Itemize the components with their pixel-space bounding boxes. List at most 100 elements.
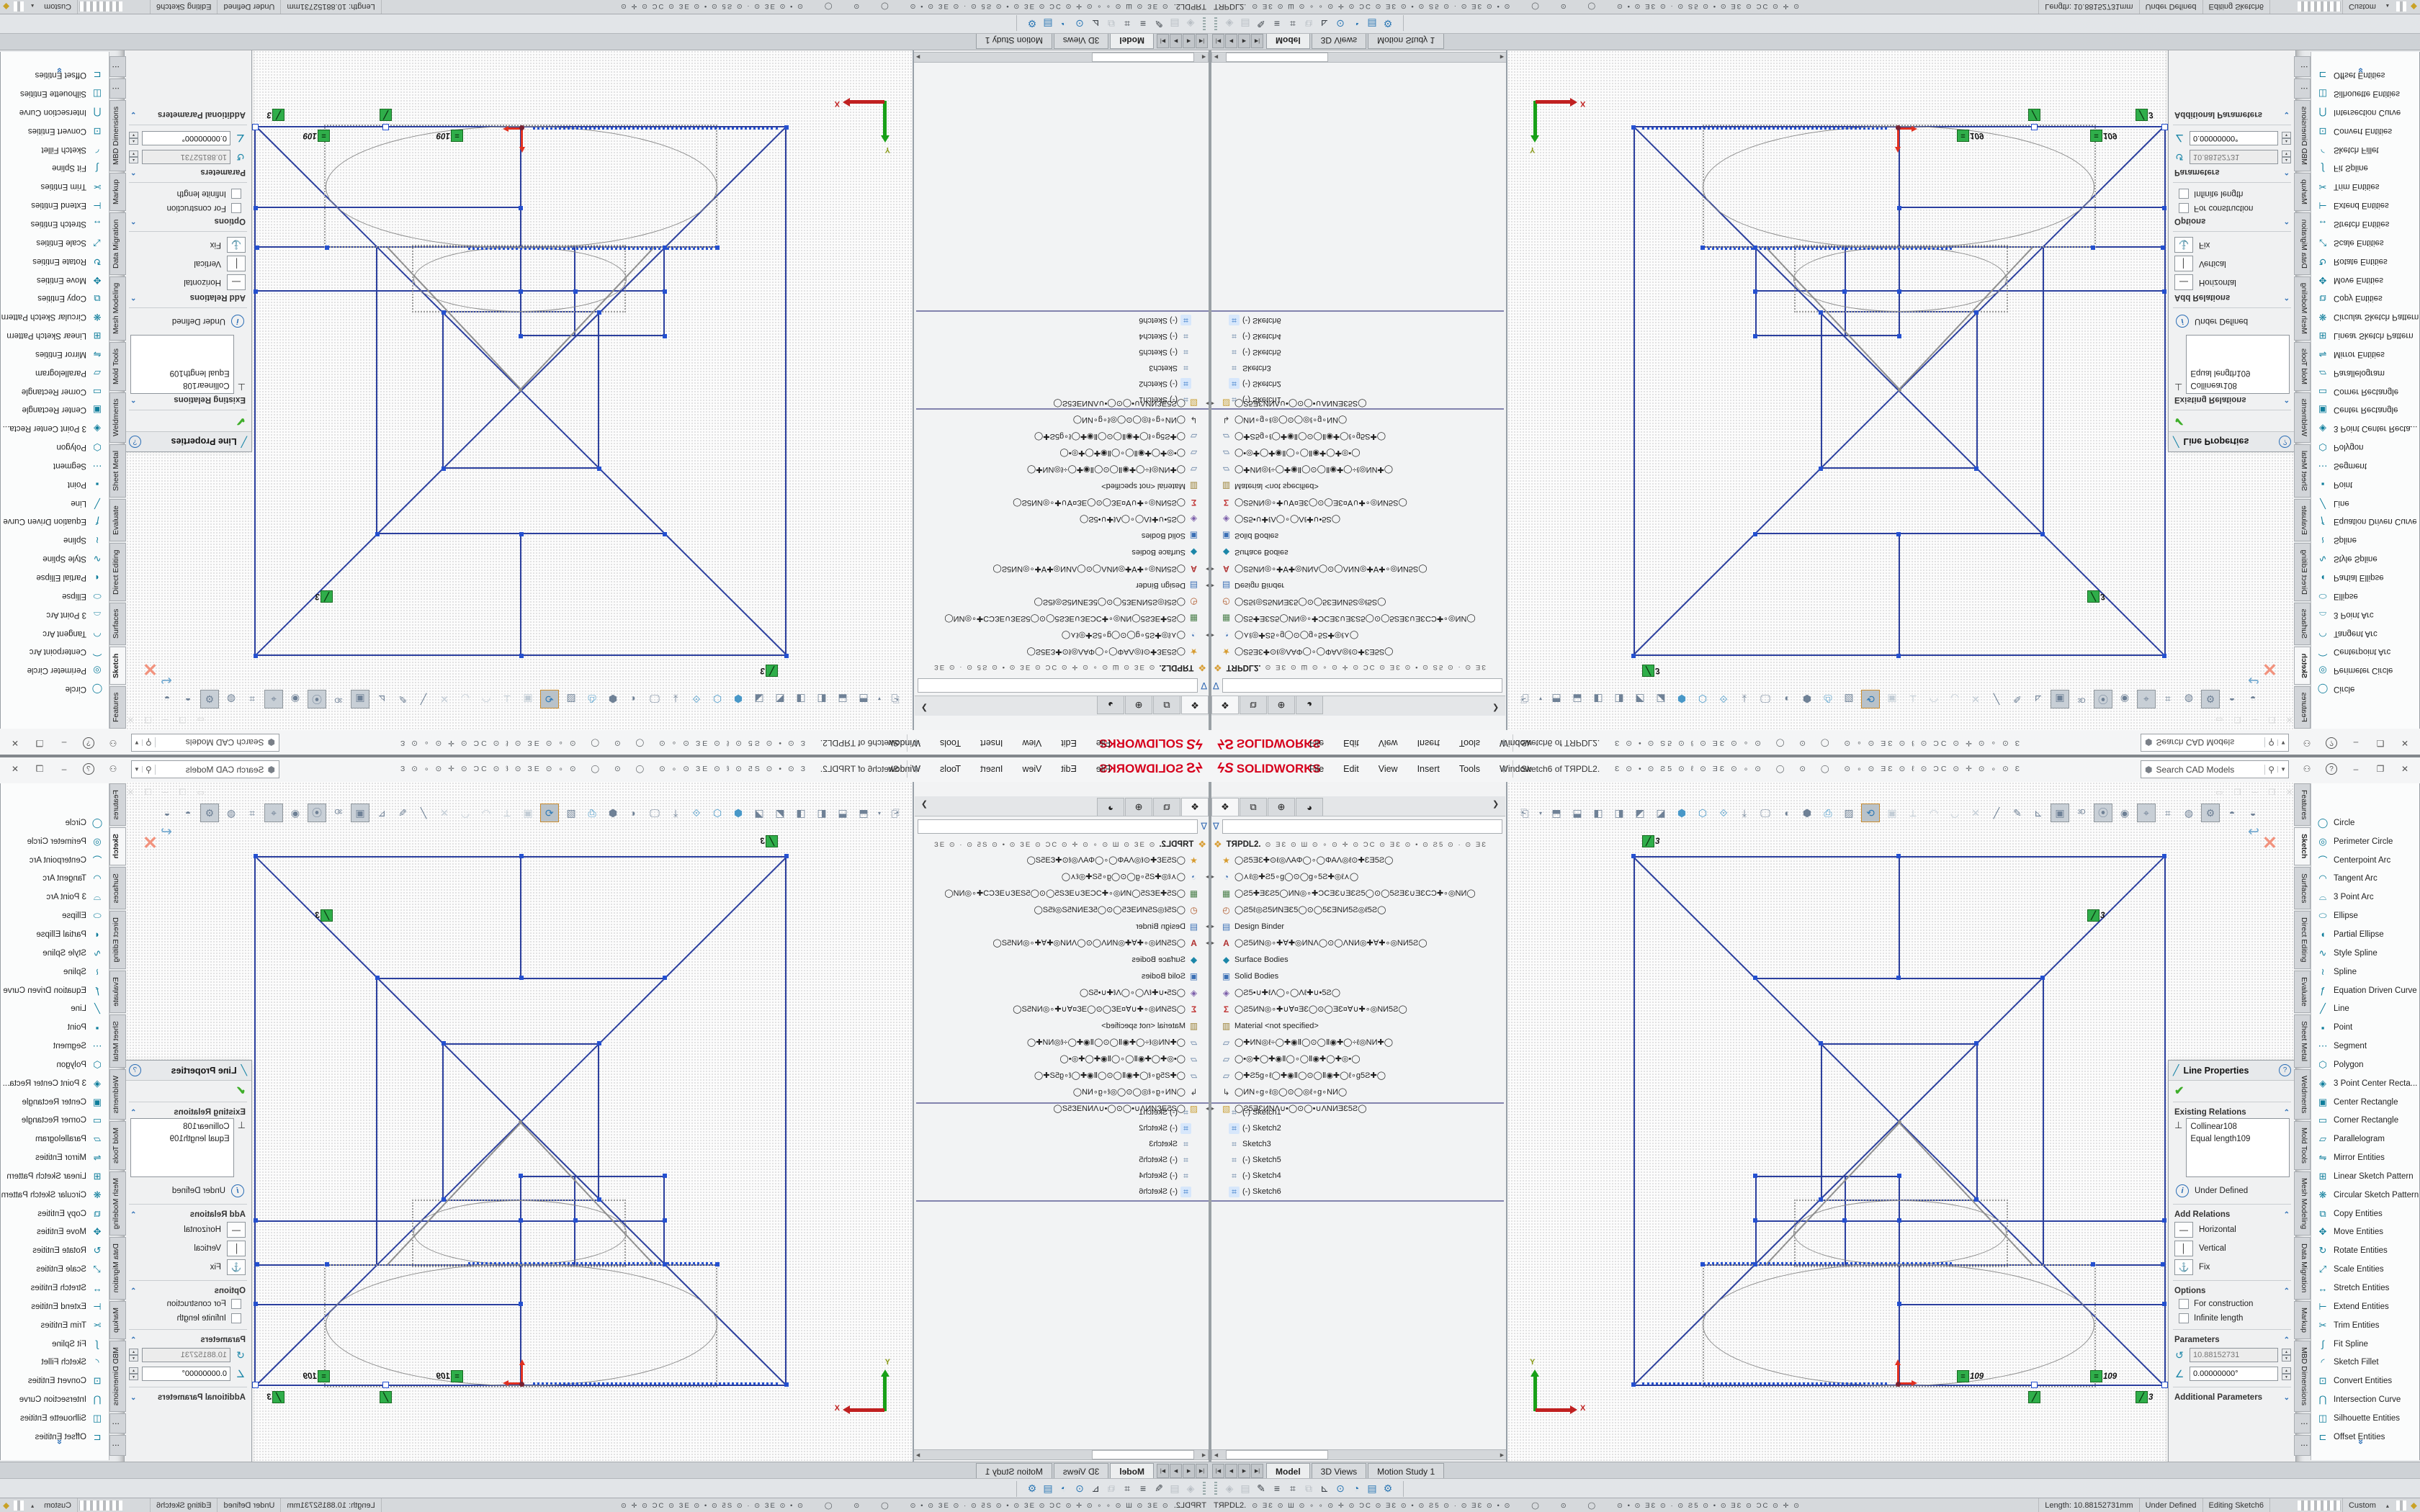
feature-tree-item[interactable]: ▱ ◯•◎✚◯✚◉Ⅱ◯∘◯Ⅱ◉✚◯✚◎•◯ [916, 445, 1209, 462]
view-toolbar-icon[interactable]: ⟐ [688, 804, 705, 822]
motion-toolbar-icon[interactable]: ▤ [1040, 17, 1056, 30]
feature-tree-item[interactable]: ★ ◯Ƨ5ƎƐ✚⊙ℓ◎ΛΑΦ◯∘◯ΦΑΛ◎ℓ⊙✚ƐƎ5Ƨ◯ [916, 644, 1209, 660]
view-toolbar-icon[interactable]: ⚙ [200, 804, 219, 822]
sketch-tree-item[interactable]: ⌗ (-) Sketch1 [1211, 1104, 1504, 1120]
motion-toolbar-icon[interactable]: ◈ [1183, 1482, 1198, 1495]
view-toolbar-icon[interactable]: ⎗ [1516, 690, 1533, 708]
feature-tree-item[interactable]: ▸ A ◯Ƨ5ИΝ◎∘✚∀✚◎ИΝΛ◯⊙◯ΛΝИ◎✚∀✚∘◎ΝИ5Ƨ◯ [1211, 561, 1504, 577]
feature-tree-item[interactable]: ▸ ▤ Design Binder [916, 918, 1209, 935]
sketch-tool-item[interactable]: ⊡ Convert Entities [2311, 122, 2419, 140]
command-manager-tab[interactable]: Mesh Modeling [2294, 276, 2311, 341]
restore-button[interactable]: ❐ [30, 734, 49, 752]
panel-help-icon[interactable]: ? [2279, 1064, 2291, 1076]
sketch-tool-item[interactable]: ⊢ Extend Entities [2311, 196, 2419, 215]
view-toolbar-icon[interactable]: ⌖ [264, 804, 283, 822]
motion-toolbar-icon[interactable]: ⌗ [1285, 17, 1301, 30]
document-tab[interactable]: 3D Views [1054, 33, 1108, 49]
sketch-tool-item[interactable]: ◈ 3 Point Center Recta... [2311, 1074, 2419, 1093]
view-toolbar-icon[interactable]: ⟐ [1715, 690, 1732, 708]
view-toolbar-icon[interactable]: ⬓ [1569, 804, 1586, 822]
view-toolbar-icon[interactable]: ▣ [519, 690, 537, 708]
motion-toolbar-icon[interactable]: ⊙ [1072, 17, 1088, 30]
view-toolbar-icon[interactable]: ⬓ [1569, 690, 1586, 708]
view-toolbar-icon[interactable]: ⟲ [540, 690, 559, 708]
sketch-tree-item[interactable]: ⌗ Sketch3 [916, 1136, 1209, 1152]
add-relations-header[interactable]: Add Relations ⌃ [125, 1208, 251, 1220]
feature-tree-item[interactable]: ▥ Material <not specified> [1211, 478, 1504, 495]
view-toolbar-icon[interactable]: 🖵 [646, 690, 663, 708]
sketch-tool-item[interactable]: ⤢ Scale Entities [2311, 1260, 2419, 1279]
checkbox[interactable] [231, 1299, 241, 1309]
add-relation-button[interactable]: │ Vertical [125, 1239, 251, 1258]
sketch-tool-item[interactable]: ▱ Parallelogram [1, 1130, 109, 1148]
sketch-tool-item[interactable]: ▣ Center Rectangle [1, 401, 109, 420]
search-icon[interactable]: ⚲ [143, 765, 156, 775]
sketch-tool-item[interactable]: ▭ Corner Rectangle [1, 382, 109, 401]
sketch-tree-item[interactable]: ⌗ (-) Sketch6 [1211, 1184, 1504, 1200]
sketch-tool-item[interactable]: ⌓ 3 Point Arc [1, 888, 109, 906]
motion-toolbar-icon[interactable]: ≡ [1135, 17, 1151, 30]
sketch-tree-item[interactable]: ⌗ (-) Sketch1 [916, 392, 1209, 408]
motion-toolbar-icon[interactable]: ▤ [1237, 1482, 1253, 1495]
sketch-tool-item[interactable]: ⇋ Mirror Entities [1, 345, 109, 364]
view-toolbar-icon[interactable]: ⬢ [1798, 690, 1816, 708]
collapse-icon[interactable]: ⌃ [2284, 1336, 2290, 1344]
sketch-tool-item[interactable]: ◎ Perimeter Circle [2311, 661, 2419, 680]
minimize-button[interactable]: – [55, 760, 73, 778]
feature-manager-tab[interactable]: ◕ [1097, 798, 1124, 816]
tab-nav-button[interactable]: ▶ [1170, 1464, 1182, 1478]
feature-tree-item[interactable]: Σ ◯Ƨ5ИΝ◎∘✚∪∀¤ƎƐ◯⊙◯ƎƐ¤∀∪✚∘◎ΝИ5Ƨ◯ [1211, 495, 1504, 511]
command-manager-tab[interactable]: Surfaces [2294, 867, 2311, 909]
sketch-tool-item[interactable]: ⬭ Ellipse [1, 906, 109, 925]
collapse-icon[interactable]: ⌃ [2284, 168, 2290, 176]
view-toolbar-icon[interactable]: ◓ [179, 690, 197, 708]
command-manager-tab[interactable]: ⋮ [2294, 78, 2311, 99]
view-toolbar-icon[interactable]: ▨ [1840, 690, 1857, 708]
view-toolbar-icon[interactable]: ⊾ [373, 690, 390, 708]
sketch-tool-item[interactable]: ƒ Equation Driven Curve [2311, 513, 2419, 531]
feature-tree-item[interactable]: ◆ Surface Bodies [916, 544, 1209, 561]
relation-badge[interactable]: ╱3 [315, 909, 333, 922]
view-toolbar-icon[interactable]: ⟲ [1861, 690, 1880, 708]
sketch-tool-item[interactable]: ▪ Point [1, 1018, 109, 1037]
equal-dimension-badge[interactable]: =109 [436, 130, 463, 142]
view-toolbar-icon[interactable]: ⟐ [688, 690, 705, 708]
menu-item[interactable]: Edit [1061, 764, 1077, 774]
tab-nav-button[interactable]: |◀ [1212, 34, 1224, 48]
sketch-tool-item[interactable]: ↔ Stretch Entities [2311, 1279, 2419, 1297]
sketch-tool-item[interactable]: ◖ Partial Ellipse [2311, 925, 2419, 944]
command-manager-tab[interactable]: Mold Tools [2294, 1121, 2311, 1170]
view-toolbar-icon[interactable]: ◓ [179, 804, 197, 822]
option-row[interactable]: Infinite length [2169, 1311, 2295, 1326]
relation-badge[interactable]: ╱3 [267, 1391, 284, 1403]
status-units-selector[interactable]: Custom▴ [25, 1498, 78, 1512]
feature-tree-item[interactable]: ↳ ◯ИΝ∘g∘ℓ◎◯⊙◯◎ℓ∘g∘ΝИ◯ [916, 412, 1209, 428]
feature-tree-item[interactable]: ◴ ◯Ƨ5ℓ◎Ƨ5ИΝƎƐ5◯⊙◯5ƐƎΝИ5Ƨ◎ℓ5Ƨ◯ [1211, 901, 1504, 918]
sketch-tree-item[interactable]: ⌗ (-) Sketch2 [916, 1120, 1209, 1136]
view-toolbar-icon[interactable]: ⬓ [834, 804, 851, 822]
collapse-icon[interactable]: ⌄ [130, 111, 136, 119]
motion-toolbar-icon[interactable]: ⊾ [1317, 1482, 1332, 1495]
feature-tree-item[interactable]: ◈ ◯Ƨ5•∪✚ℓΛ◯∘◯Λℓ✚∪•5Ƨ◯ [1211, 984, 1504, 1001]
length-spinner[interactable]: ▲▼ [2282, 1349, 2291, 1362]
view-toolbar-icon[interactable]: ⦿ [308, 690, 326, 708]
collapse-icon[interactable]: ⌃ [2284, 217, 2290, 225]
confirm-exit-sketch-icon[interactable]: ↩ [161, 672, 172, 688]
collapse-icon[interactable]: ⌄ [130, 1394, 136, 1402]
rollback-bar-end[interactable] [916, 1200, 1209, 1202]
view-toolbar-icon[interactable]: ⌖ [2137, 690, 2156, 708]
view-toolbar-icon[interactable]: ⊾ [373, 804, 390, 822]
sketch-tool-item[interactable]: ◎ Perimeter Circle [2311, 832, 2419, 851]
angle-field[interactable]: 0.00000000° [2190, 1367, 2278, 1381]
menu-item[interactable]: Tools [1459, 764, 1480, 774]
close-button[interactable]: ✕ [6, 734, 24, 752]
sketch-tool-item[interactable]: ▪ Point [1, 475, 109, 494]
collapse-icon[interactable]: ⌃ [130, 168, 136, 176]
sketch-tool-item[interactable]: ◯ Circle [1, 814, 109, 832]
view-toolbar-icon[interactable]: ◡ [457, 690, 474, 708]
fm-document-row[interactable]: ❖ TЯPDL2. ⊙ ƎƐ ⊙ Ш ⊙ ∘ ⊙ ✛ ⊙ ƆC ⊙ ƎƐ ⊙ •… [917, 838, 1206, 851]
view-toolbar-icon[interactable]: ⊾ [2030, 690, 2047, 708]
menu-item[interactable]: View [1022, 738, 1041, 748]
search-dropdown-icon[interactable]: ▼ [132, 766, 143, 773]
confirm-exit-sketch-icon[interactable]: ↩ [2248, 672, 2259, 688]
